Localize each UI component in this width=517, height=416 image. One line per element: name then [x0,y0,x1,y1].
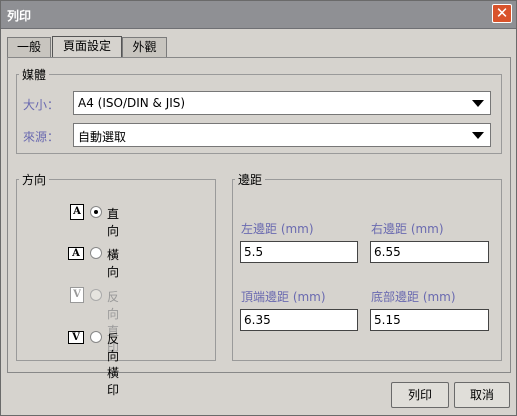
top-margin-field[interactable]: 6.35 [240,309,358,331]
title-bar[interactable]: 列印 ✕ [1,1,516,29]
close-icon[interactable]: ✕ [492,4,512,23]
cancel-button[interactable]: 取消 [454,382,510,408]
margins-group: 邊距 [232,171,502,361]
reverse-portrait-icon: V [70,287,84,303]
chevron-down-icon[interactable] [472,100,484,107]
top-margin-label: 頂端邊距 (mm) [241,290,326,304]
tab-appearance[interactable]: 外觀 [122,37,167,57]
landscape-label: 橫向 [107,248,120,279]
bottom-margin-label: 底部邊距 (mm) [371,290,456,304]
print-button[interactable]: 列印 [391,382,449,408]
size-combobox[interactable]: A4 (ISO/DIN & JIS) [73,91,491,115]
portrait-label: 直向 [107,207,120,238]
size-value: A4 (ISO/DIN & JIS) [78,96,186,110]
right-margin-field[interactable]: 6.55 [370,241,489,263]
orientation-legend: 方向 [22,173,47,187]
tab-general[interactable]: 一般 [7,37,51,57]
portrait-radio[interactable] [90,206,102,218]
margins-legend: 邊距 [238,173,263,187]
right-margin-label: 右邊距 (mm) [371,222,444,236]
landscape-radio[interactable] [90,247,102,259]
chevron-down-icon[interactable] [472,132,484,139]
print-dialog: 列印 ✕ 一般 頁面設定 外觀 媒體 大小： A4 (ISO/DIN & JIS… [0,0,517,416]
reverse-landscape-icon: V [68,331,84,344]
reverse-portrait-radio [90,289,102,301]
left-margin-label: 左邊距 (mm) [241,222,314,236]
bottom-margin-field[interactable]: 5.15 [370,309,489,331]
source-value: 自動選取 [78,130,127,144]
reverse-landscape-radio[interactable] [90,331,102,343]
media-legend: 媒體 [22,68,47,82]
left-margin-field[interactable]: 5.5 [240,241,358,263]
source-label: 來源： [23,130,60,144]
landscape-icon: A [68,247,84,260]
window-title: 列印 [7,9,32,23]
page-setup-panel: 媒體 大小： A4 (ISO/DIN & JIS) 來源： 自動選取 方向 A … [7,57,511,397]
source-combobox[interactable]: 自動選取 [73,123,491,147]
size-label: 大小： [23,98,60,112]
reverse-landscape-label: 反向橫印 [107,332,120,397]
portrait-icon: A [70,204,84,220]
tab-page-setup[interactable]: 頁面設定 [52,36,122,58]
